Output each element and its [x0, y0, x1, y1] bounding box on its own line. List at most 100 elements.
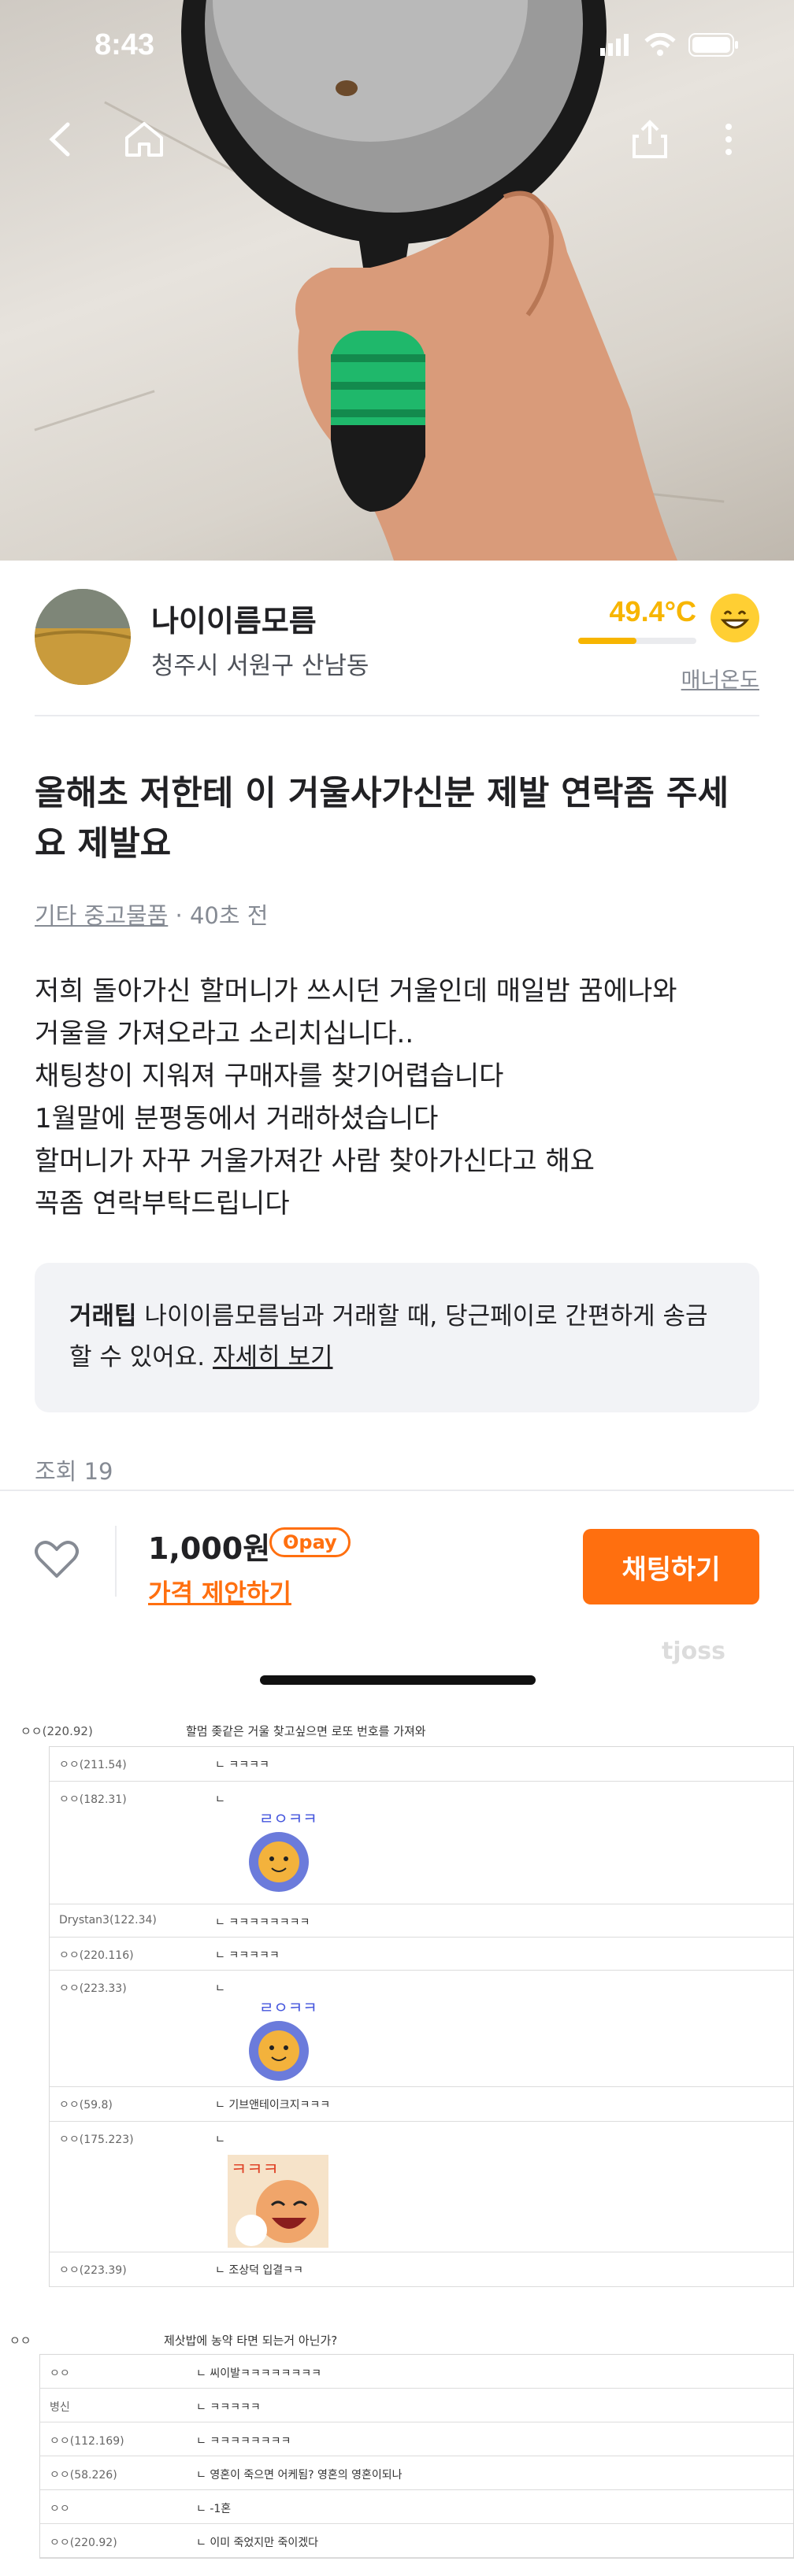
reply-text: ㄴ — [215, 1982, 225, 1995]
reply-row: ㅇㅇ(220.116) ㄴ ㅋㅋㅋㅋㅋ — [50, 1938, 793, 1971]
reply-row: ㅇㅇ(58.226) ㄴ 영혼이 죽으면 어케됨? 영혼의 영혼이되나 — [40, 2456, 793, 2490]
reply-row: ㅇㅇ(223.39) ㄴ 조상덕 입결ㅋㅋ — [50, 2252, 793, 2287]
reply-row: ㅇㅇ ㄴ 씨이발ㅋㅋㅋㅋㅋㅋㅋㅋ — [40, 2355, 793, 2389]
post-body-line: 할머니가 자꾸 거울가져간 사람 찾아가신다고 해요 — [35, 1146, 595, 1177]
price: 1,000원 — [148, 1531, 271, 1566]
manner-temperature-link[interactable]: 매너온도 — [681, 663, 759, 694]
reply-author: 병신 — [50, 2401, 70, 2414]
reply-row: ㅇㅇ(112.169) ㄴ ㅋㅋㅋㅋㅋㅋㅋㅋ — [40, 2422, 793, 2456]
trade-tip-label: 거래팁 — [69, 1302, 137, 1331]
more-button[interactable] — [701, 112, 756, 167]
reply-row: ㅇㅇ(211.54) ㄴ ㅋㅋㅋㅋ — [50, 1747, 793, 1782]
reply-author: ㅇㅇ(112.169) — [50, 2435, 124, 2448]
divider — [35, 715, 759, 716]
trade-tip-link[interactable]: 자세히 보기 — [213, 1343, 332, 1371]
reply-author: ㅇㅇ(220.92) — [50, 2537, 117, 2549]
reply-author: Drystan3(122.34) — [59, 1914, 157, 1926]
post-category[interactable]: 기타 중고물품 — [35, 902, 168, 929]
reply-text: ㄴ 조상덕 입결ㅋㅋ — [215, 2264, 303, 2277]
share-button[interactable] — [622, 112, 677, 167]
reply-author: ㅇㅇ(59.8) — [59, 2099, 113, 2112]
comments-capture: ㅇㅇ(220.92) 할멈 좆같은 거울 찾고싶으면 로또 번호를 가져와 ㅇㅇ… — [0, 1715, 794, 2576]
reply-author: ㅇㅇ(175.223) — [59, 2134, 134, 2146]
post-body-line: 채팅창이 지워져 구매자를 찾기어렵습니다 — [35, 1060, 504, 1092]
lion-sticker-icon: ㄹㅇㅋㅋ — [249, 1998, 317, 2081]
back-button[interactable] — [32, 112, 87, 167]
wifi-icon — [644, 32, 676, 60]
reply-text: ㄴ 영혼이 죽으면 어케됨? 영혼의 영혼이되나 — [196, 2469, 403, 2482]
comment-top: ㅇㅇ(220.92) 할멈 좆같은 거울 찾고싶으면 로또 번호를 가져와 — [16, 1715, 794, 1743]
reply-row: 병신 ㄴ ㅋㅋㅋㅋㅋ — [40, 2389, 793, 2422]
pay-badge: ʘpay — [269, 1527, 351, 1557]
post-body: 저희 돌아가신 할머니가 쓰시던 거울인데 매일밤 꿈에나와 거울을 가져오라고… — [35, 970, 767, 1225]
comment-author: ㅇㅇ — [9, 2334, 32, 2348]
reply-row: ㅇㅇ(175.223) ㄴ ㅋㅋㅋ — [50, 2122, 793, 2252]
product-photo[interactable]: 8:43 — [0, 0, 794, 561]
reply-author: ㅇㅇ — [50, 2503, 70, 2515]
post-time: · 40초 전 — [175, 902, 269, 929]
home-indicator[interactable] — [260, 1675, 536, 1685]
reply-text: ㄴ ㅋㅋㅋㅋ — [215, 1759, 269, 1771]
reply-row: Drystan3(122.34) ㄴ ㅋㅋㅋㅋㅋㅋㅋㅋ — [50, 1904, 793, 1938]
reply-text: ㄴ ㅋㅋㅋㅋㅋ — [215, 1949, 280, 1962]
share-icon — [633, 120, 667, 158]
temperature-bar — [578, 638, 696, 644]
like-button[interactable] — [35, 1540, 79, 1582]
reply-text: ㄴ 기브앤테이크지ㅋㅋㅋ — [215, 2099, 331, 2112]
svg-text:ㅋㅋㅋ: ㅋㅋㅋ — [231, 2160, 279, 2180]
svg-text:ㄹㅇㅋㅋ: ㄹㅇㅋㅋ — [259, 1809, 317, 1828]
reply-row: ㅇㅇ ㄴ -1혼 — [40, 2490, 793, 2524]
home-icon — [125, 122, 163, 157]
smile-emoji-icon — [711, 594, 759, 642]
laughing-cat-sticker-icon: ㅋㅋㅋ — [228, 2155, 328, 2248]
reply-author: ㅇㅇ(58.226) — [50, 2469, 117, 2482]
manner-temperature: 49.4°C — [609, 595, 696, 627]
bottom-action-bar: 1,000원 ʘpay 가격 제안하기 채팅하기 — [0, 1490, 794, 1636]
seller-avatar[interactable] — [35, 589, 131, 685]
vertical-divider — [115, 1526, 117, 1597]
more-vertical-icon — [725, 124, 732, 155]
seller-location: 청주시 서원구 산남동 — [151, 652, 369, 680]
reply-text: ㄴ — [215, 1793, 225, 1806]
trade-tip-box: 거래팁 나이이름모름님과 거래할 때, 당근페이로 간편하게 송금할 수 있어요… — [35, 1263, 759, 1412]
home-button[interactable] — [117, 112, 172, 167]
reply-text: ㄴ — [215, 2134, 225, 2146]
reply-author: ㅇㅇ(211.54) — [59, 1759, 127, 1771]
chevron-left-icon — [49, 122, 70, 157]
post-body-line: 꼭좀 연락부탁드립니다 — [35, 1188, 290, 1220]
reply-author: ㅇㅇ(223.39) — [59, 2264, 127, 2277]
reply-row: ㅇㅇ(223.33) ㄴ ㄹㅇㅋㅋ — [50, 1971, 793, 2087]
reply-row: ㅇㅇ(59.8) ㄴ 기브앤테이크지ㅋㅋㅋ — [50, 2087, 793, 2122]
comment-author: ㅇㅇ(220.92) — [20, 1724, 93, 1738]
comment-text: 제삿밥에 농약 타면 되는거 아닌가? — [164, 2334, 338, 2348]
lion-sticker-icon: ㄹㅇㅋㅋ — [249, 1809, 317, 1892]
comment-text: 할멈 좆같은 거울 찾고싶으면 로또 번호를 가져와 — [186, 1724, 426, 1738]
view-count: 조회 19 — [35, 1458, 113, 1485]
seller-profile[interactable]: 나이이름모름 청주시 서원구 산남동 49.4°C 매너온도 — [35, 589, 759, 694]
post-body-line: 저희 돌아가신 할머니가 쓰시던 거울인데 매일밤 꿈에나와 — [35, 975, 677, 1007]
post-meta: 기타 중고물품 · 40초 전 — [35, 898, 268, 931]
status-bar: 8:43 — [0, 0, 794, 102]
reply-row: ㅇㅇ(220.92) ㄴ 이미 죽었지만 죽이겠다 — [40, 2524, 793, 2558]
reply-author: ㅇㅇ(220.116) — [59, 1949, 134, 1962]
reply-author: ㅇㅇ(223.33) — [59, 1982, 127, 1995]
post-body-line: 1월말에 분평동에서 거래하셨습니다 — [35, 1103, 439, 1134]
reply-list: ㅇㅇ ㄴ 씨이발ㅋㅋㅋㅋㅋㅋㅋㅋ 병신 ㄴ ㅋㅋㅋㅋㅋ ㅇㅇ(112.169) … — [39, 2354, 794, 2559]
reply-text: ㄴ 씨이발ㅋㅋㅋㅋㅋㅋㅋㅋ — [196, 2367, 322, 2380]
svg-text:ㄹㅇㅋㅋ: ㄹㅇㅋㅋ — [259, 1998, 317, 2017]
comment-top: ㅇㅇ 제삿밥에 농약 타면 되는거 아닌가? — [0, 2322, 794, 2354]
seller-name[interactable]: 나이이름모름 — [151, 597, 317, 640]
reply-author: ㅇㅇ(182.31) — [59, 1793, 127, 1806]
chat-button[interactable]: 채팅하기 — [583, 1529, 759, 1604]
heart-icon — [35, 1541, 79, 1578]
status-time: 8:43 — [95, 28, 155, 61]
reply-author: ㅇㅇ — [50, 2367, 70, 2380]
reply-list: ㅇㅇ(211.54) ㄴ ㅋㅋㅋㅋ ㅇㅇ(182.31) ㄴ ㄹㅇㅋㅋ Drys… — [49, 1746, 794, 2287]
post-title: 올해초 저한테 이 거울사가신분 제발 연락좀 주세요 제발요 — [35, 774, 729, 864]
trade-tip-text: 나이이름모름님과 거래할 때, 당근페이로 간편하게 송금할 수 있어요. — [69, 1302, 708, 1371]
watermark: tjoss — [662, 1638, 725, 1665]
post-body-line: 거울을 가져오라고 소리치십니다.. — [35, 1018, 414, 1049]
reply-text: ㄴ ㅋㅋㅋㅋㅋ — [196, 2401, 261, 2414]
signal-icon — [600, 34, 632, 59]
price-offer-link[interactable]: 가격 제안하기 — [148, 1573, 291, 1608]
